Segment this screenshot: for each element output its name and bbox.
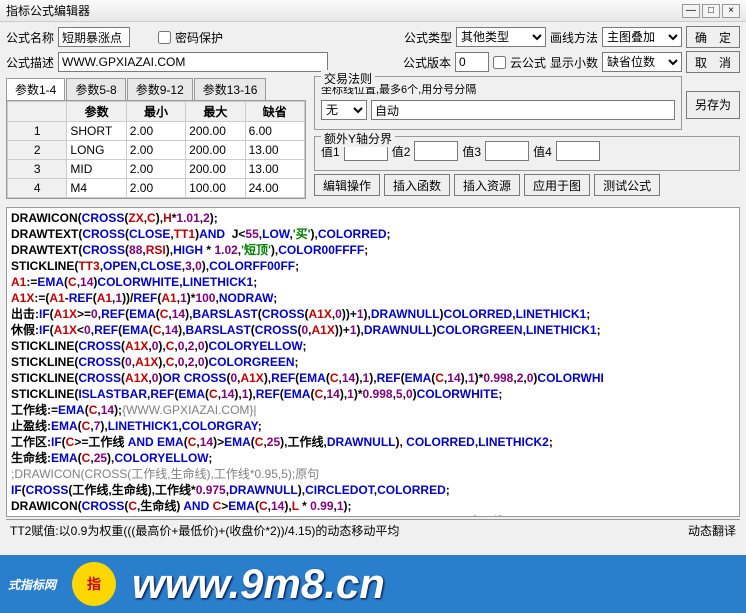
param-max[interactable] [189,180,241,196]
param-tab-2[interactable]: 参数9-12 [127,78,193,100]
desc-input[interactable] [58,52,328,72]
row-num: 3 [8,160,67,179]
code-editor[interactable]: DRAWICON(CROSS(ZX,C),H*1.01,2);DRAWTEXT(… [6,207,740,517]
close-button[interactable]: × [722,4,740,18]
param-name[interactable] [70,142,122,158]
watermark-banner: 式指标网 指 www.9m8.cn [0,555,746,613]
window-title: 指标公式编辑器 [6,2,680,19]
v3-input[interactable] [485,141,529,161]
v3-label: 值3 [462,143,481,160]
param-def[interactable] [249,161,301,177]
v4-label: 值4 [533,143,552,160]
param-max[interactable] [189,123,241,139]
minimize-button[interactable]: — [682,4,700,18]
insres-button[interactable]: 插入资源 [454,174,520,196]
name-label: 公式名称 [6,29,54,46]
status-left: TT2赋值:以0.9为权重(((最高价+最低价)+(收盘价*2))/4.15)的… [10,522,688,539]
cloud-label: 云公式 [510,54,546,71]
banner-left: 式指标网 [8,576,56,593]
col-param: 参数 [67,102,126,122]
version-input[interactable] [455,52,489,72]
param-min[interactable] [130,161,182,177]
editop-button[interactable]: 编辑操作 [314,174,380,196]
draw-label: 画线方法 [550,29,598,46]
password-protect-label: 密码保护 [175,29,223,46]
rule-auto-input[interactable] [371,100,675,120]
row-num: 2 [8,141,67,160]
type-label: 公式类型 [404,29,452,46]
banner-logo-icon: 指 [72,562,116,606]
type-select[interactable]: 其他类型 [456,27,546,47]
param-def[interactable] [249,142,301,158]
status-right: 动态翻译 [688,522,736,539]
test-button[interactable]: 测试公式 [594,174,660,196]
param-def[interactable] [249,123,301,139]
col-min: 最小 [126,102,185,122]
param-min[interactable] [130,142,182,158]
rule-legend: 交易法则 [321,70,375,87]
row-num: 4 [8,179,67,198]
name-input[interactable] [58,27,130,47]
row-num: 1 [8,122,67,141]
saveas-button[interactable]: 另存为 [686,91,740,119]
v2-input[interactable] [414,141,458,161]
insfunc-button[interactable]: 插入函数 [384,174,450,196]
rule-none-select[interactable]: 无 [321,100,367,120]
draw-select[interactable]: 主图叠加 [602,27,682,47]
param-name[interactable] [70,161,122,177]
param-name[interactable] [70,180,122,196]
cancel-button[interactable]: 取 消 [686,51,740,73]
desc-label: 公式描述 [6,54,54,71]
param-name[interactable] [70,123,122,139]
param-min[interactable] [130,180,182,196]
param-max[interactable] [189,161,241,177]
version-label: 公式版本 [403,54,451,71]
decimal-select[interactable]: 缺省位数 [602,52,682,72]
ok-button[interactable]: 确 定 [686,26,740,48]
param-tab-1[interactable]: 参数5-8 [66,78,125,100]
password-protect-checkbox[interactable] [158,31,171,44]
col-max: 最大 [186,102,245,122]
param-def[interactable] [249,180,301,196]
cloud-checkbox[interactable] [493,56,506,69]
apply-button[interactable]: 应用于图 [524,174,590,196]
param-tab-3[interactable]: 参数13-16 [194,78,267,100]
decimal-label: 显示小数 [550,54,598,71]
param-max[interactable] [189,142,241,158]
extray-legend: 额外Y轴分界 [321,130,395,147]
v4-input[interactable] [556,141,600,161]
maximize-button[interactable]: □ [702,4,720,18]
col-def: 缺省 [245,102,304,122]
param-tab-0[interactable]: 参数1-4 [6,78,65,100]
param-min[interactable] [130,123,182,139]
banner-url: www.9m8.cn [132,560,385,608]
